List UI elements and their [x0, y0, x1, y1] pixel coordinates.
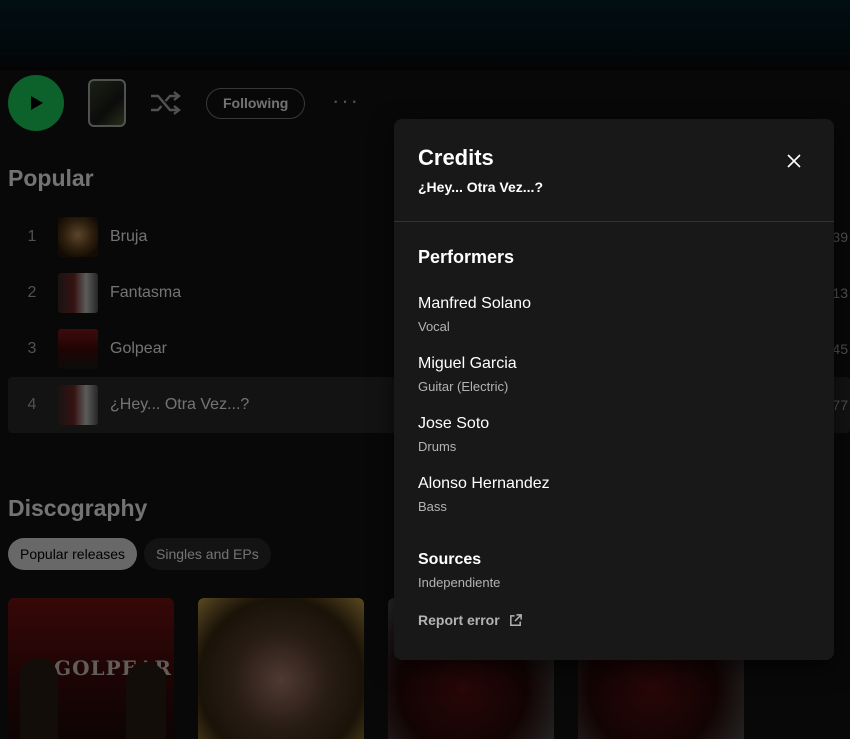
modal-title: Credits: [418, 145, 494, 170]
credits-modal: Credits ¿Hey... Otra Vez...? Performers …: [394, 119, 834, 660]
track-plays: 13: [832, 285, 848, 301]
performer-role: Bass: [418, 499, 447, 514]
divider: [394, 221, 834, 222]
play-icon: [31, 96, 43, 110]
track-number: 1: [27, 228, 37, 245]
performer-role: Vocal: [418, 319, 450, 334]
track-plays: 77: [832, 397, 848, 413]
track-cover: [58, 385, 98, 425]
close-button[interactable]: [782, 149, 806, 173]
album-card[interactable]: GOLPEAR: [8, 598, 174, 739]
track-number: 3: [27, 340, 37, 357]
performers-heading: Performers: [418, 247, 515, 267]
track-plays: 45: [832, 341, 848, 357]
sources-heading: Sources: [418, 551, 482, 568]
play-button[interactable]: [8, 75, 64, 131]
close-icon: [787, 154, 801, 168]
performer-name[interactable]: Miguel Garcia: [418, 355, 517, 373]
track-title[interactable]: Golpear: [110, 340, 167, 358]
more-options-button[interactable]: ···: [332, 90, 360, 112]
album-card[interactable]: [198, 598, 364, 739]
track-cover: [58, 217, 98, 257]
performer-role: Guitar (Electric): [418, 379, 509, 394]
performer-name[interactable]: Manfred Solano: [418, 295, 531, 313]
track-title[interactable]: Fantasma: [110, 284, 181, 302]
shuffle-icon: [151, 91, 181, 115]
filter-singles-eps[interactable]: Singles and EPs: [144, 538, 271, 570]
sources-value: Independiente: [418, 575, 501, 590]
band-figure: [20, 658, 58, 739]
track-plays: 39: [832, 229, 848, 245]
filter-popular-releases[interactable]: Popular releases: [8, 538, 138, 570]
external-link-icon: [509, 613, 522, 626]
report-error-link[interactable]: Report error: [418, 612, 523, 628]
track-cover: [58, 329, 98, 369]
popular-heading: Popular: [8, 165, 94, 191]
track-cover: [58, 273, 98, 313]
modal-subtitle: ¿Hey... Otra Vez...?: [418, 179, 544, 195]
track-title[interactable]: Bruja: [110, 228, 147, 246]
preview-thumbnail[interactable]: [88, 79, 126, 127]
band-figure: [126, 662, 166, 739]
track-number: 2: [27, 284, 37, 301]
performer-role: Drums: [418, 439, 457, 454]
performer-name[interactable]: Jose Soto: [418, 415, 489, 433]
report-error-label: Report error: [418, 612, 500, 628]
track-title[interactable]: ¿Hey... Otra Vez...?: [110, 396, 249, 414]
shuffle-button[interactable]: [148, 88, 182, 118]
performer-name[interactable]: Alonso Hernandez: [418, 475, 550, 493]
discography-heading: Discography: [8, 495, 148, 521]
following-button[interactable]: Following: [206, 88, 306, 119]
track-number: 4: [27, 396, 37, 413]
